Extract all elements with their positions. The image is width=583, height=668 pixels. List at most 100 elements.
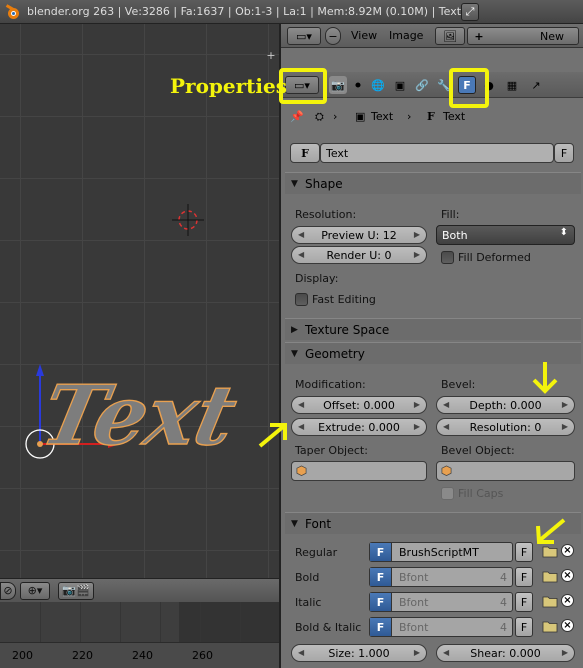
fake-user-button[interactable]: F [515, 617, 533, 637]
fake-user-button[interactable]: F [515, 567, 533, 587]
font-data-icon: F [370, 543, 392, 561]
decrement-arrow-icon[interactable]: ◀ [298, 250, 304, 259]
font-data-icon: F [370, 568, 392, 586]
italic-font-field[interactable]: F Bfont 4 [369, 592, 513, 612]
shape-panel-header[interactable]: ▼ Shape [285, 172, 581, 194]
3d-cursor-icon [172, 204, 204, 236]
image-browse-icon[interactable]: 🖼 [435, 27, 465, 45]
overlay-icon[interactable]: ⊘ [0, 581, 16, 600]
frame-number: 200 [12, 649, 33, 662]
physics-tab-icon[interactable]: ↗ [527, 76, 545, 94]
taper-object-field[interactable] [291, 461, 427, 481]
decrement-arrow-icon[interactable]: ◀ [443, 422, 449, 431]
decrement-arrow-icon[interactable]: ◀ [443, 400, 449, 409]
open-folder-icon[interactable] [542, 544, 558, 558]
breadcrumb-object: Text [371, 110, 394, 123]
unlink-icon[interactable]: × [561, 594, 574, 607]
regular-font-field[interactable]: F BrushScriptMT [369, 542, 513, 562]
bevel-depth-field[interactable]: ◀ Depth: 0.000 ▶ [436, 396, 575, 414]
fake-user-button[interactable]: F [515, 592, 533, 612]
object-cube-icon: ▣ [355, 110, 366, 123]
increment-arrow-icon[interactable]: ▶ [414, 422, 420, 431]
fake-user-button[interactable]: F [554, 143, 574, 163]
bevel-object-label: Bevel Object: [441, 444, 515, 457]
render-tab-icon[interactable]: 📷 [329, 76, 347, 94]
bold-italic-font-field[interactable]: F Bfont 4 [369, 617, 513, 637]
render-u-field[interactable]: ◀ Render U: 0 ▶ [291, 246, 427, 264]
open-folder-icon[interactable] [542, 594, 558, 608]
world-tab-icon[interactable]: 🌐 [369, 76, 387, 94]
increment-arrow-icon[interactable]: ▶ [414, 648, 420, 657]
increment-arrow-icon[interactable]: ▶ [562, 400, 568, 409]
render-camera-icon[interactable]: 📷🎬 [58, 581, 94, 600]
timeline-gridline [200, 602, 201, 642]
font-row-italic: Italic F Bfont 4 F × [285, 592, 581, 614]
fullscreen-toggle-icon[interactable]: ⤢ [461, 3, 479, 21]
increment-arrow-icon[interactable]: ▶ [562, 648, 568, 657]
bevel-object-field[interactable] [436, 461, 575, 481]
increment-arrow-icon[interactable]: ▶ [562, 422, 568, 431]
open-folder-icon[interactable] [542, 569, 558, 583]
font-row-bold-italic: Bold & Italic F Bfont 4 F × [285, 617, 581, 639]
editor-type-icon[interactable]: ▭▾ [287, 27, 321, 45]
pin-icon[interactable]: 📌 [290, 110, 304, 123]
font-shear-field[interactable]: ◀ Shear: 0.000 ▶ [436, 644, 575, 662]
3d-viewport[interactable]: + Text [0, 24, 279, 578]
increment-arrow-icon[interactable]: ▶ [414, 400, 420, 409]
font-row-label: Bold [295, 571, 320, 584]
font-row-label: Italic [295, 596, 322, 609]
unlink-icon[interactable]: × [561, 569, 574, 582]
fill-mode-select[interactable]: Both ⬍ [436, 225, 575, 245]
increment-arrow-icon[interactable]: ▶ [414, 250, 420, 259]
fill-deformed-checkbox[interactable] [441, 251, 454, 264]
font-row-bold: Bold F Bfont 4 F × [285, 567, 581, 589]
fast-editing-checkbox[interactable] [295, 293, 308, 306]
collapse-menu-icon[interactable]: − [325, 27, 341, 45]
text-object[interactable]: Text [33, 366, 246, 464]
render-layers-tab-icon[interactable]: ⚫ [349, 76, 367, 94]
font-datablock-icon[interactable]: F [290, 143, 320, 163]
fill-caps-checkbox[interactable] [441, 487, 454, 500]
new-image-button[interactable]: + New [467, 27, 579, 45]
timeline[interactable]: 200 220 240 260 [0, 602, 279, 668]
decrement-arrow-icon[interactable]: ◀ [443, 648, 449, 657]
timeline-gridline [80, 602, 81, 642]
texture-space-panel-header[interactable]: ▶ Texture Space [285, 318, 581, 340]
menu-image[interactable]: Image [389, 29, 423, 42]
decrement-arrow-icon[interactable]: ◀ [298, 230, 304, 239]
preview-u-field[interactable]: ◀ Preview U: 12 ▶ [291, 226, 427, 244]
image-editor-header: ▭▾ − View Image 🖼 + New [281, 24, 583, 48]
bold-font-field[interactable]: F Bfont 4 [369, 567, 513, 587]
unlink-icon[interactable]: × [561, 619, 574, 632]
timeline-gridline [40, 602, 41, 642]
extrude-field[interactable]: ◀ Extrude: 0.000 ▶ [291, 418, 427, 436]
bevel-resolution-field[interactable]: ◀ Resolution: 0 ▶ [436, 418, 575, 436]
open-folder-icon[interactable] [542, 619, 558, 633]
fake-user-button[interactable]: F [515, 542, 533, 562]
properties-editor-highlight [279, 68, 327, 104]
decrement-arrow-icon[interactable]: ◀ [298, 422, 304, 431]
user-count: 4 [500, 571, 507, 584]
font-size-field[interactable]: ◀ Size: 1.000 ▶ [291, 644, 427, 662]
object-tab-icon[interactable]: ▣ [391, 76, 409, 94]
timeline-ruler[interactable]: 200 220 240 260 [0, 642, 279, 668]
collapsed-triangle-icon: ▶ [291, 324, 298, 335]
breadcrumb-data: Text [443, 110, 466, 123]
offset-field[interactable]: ◀ Offset: 0.000 ▶ [291, 396, 427, 414]
panel-title: Shape [305, 176, 343, 191]
pivot-point-icon[interactable]: ⊕▾ [20, 581, 50, 600]
decrement-arrow-icon[interactable]: ◀ [298, 648, 304, 657]
decrement-arrow-icon[interactable]: ◀ [298, 400, 304, 409]
datablock-selector: F Text F [290, 143, 574, 163]
blender-logo-icon[interactable] [5, 3, 21, 20]
timeline-gridline [120, 602, 121, 642]
panel-title: Geometry [305, 346, 365, 361]
expanded-triangle-icon: ▼ [291, 518, 298, 529]
menu-view[interactable]: View [351, 29, 377, 42]
scene-icon: ⛭ [315, 110, 324, 123]
texture-tab-icon[interactable]: ▦ [503, 76, 521, 94]
constraints-tab-icon[interactable]: 🔗 [413, 76, 431, 94]
datablock-name-field[interactable]: Text [320, 143, 554, 163]
expanded-triangle-icon: ▼ [291, 178, 298, 189]
increment-arrow-icon[interactable]: ▶ [414, 230, 420, 239]
